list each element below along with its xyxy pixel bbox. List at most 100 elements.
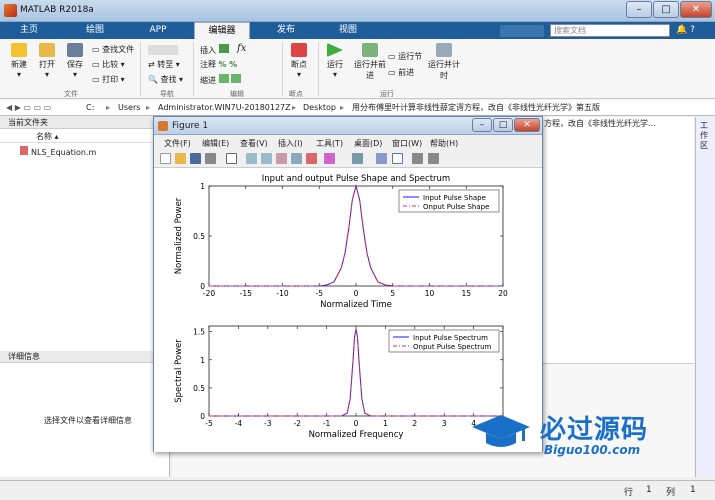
data-cursor-icon[interactable] <box>306 153 317 164</box>
advance-button[interactable]: ▭ 前进 <box>388 67 414 78</box>
menu-file[interactable]: 文件(F) <box>164 138 191 149</box>
x-tick-label: -2 <box>293 419 301 428</box>
tab-home[interactable]: 主页 <box>6 22 52 39</box>
menu-insert[interactable]: 插入(I) <box>278 138 303 149</box>
save-icon <box>67 43 83 57</box>
show-tools-icon[interactable] <box>428 153 439 164</box>
current-folder-title: 当前文件夹 <box>0 117 169 129</box>
x-tick-label: 20 <box>498 289 508 298</box>
matlab-logo-icon <box>4 4 17 17</box>
menu-tools[interactable]: 工具(T) <box>316 138 343 149</box>
link-icon[interactable] <box>352 153 363 164</box>
tab-view[interactable]: 视图 <box>325 22 371 39</box>
menu-window[interactable]: 窗口(W) <box>392 138 422 149</box>
rotate-icon[interactable] <box>291 153 302 164</box>
x-axis-label: Normalized Frequency <box>309 430 404 440</box>
row-value: 1 <box>646 485 652 495</box>
workspace-strip[interactable]: 工作区 <box>695 117 715 477</box>
menu-edit[interactable]: 编辑(E) <box>202 138 229 149</box>
minimize-button[interactable]: – <box>626 1 652 18</box>
breadcrumb-drive[interactable]: C: <box>86 100 94 115</box>
x-tick-label: -3 <box>264 419 272 428</box>
y-tick-label: 1.5 <box>193 328 205 337</box>
file-group-label: 文件 <box>64 90 78 98</box>
tab-editor[interactable]: 编辑器 <box>194 22 250 39</box>
details-panel: 详细信息 选择文件以查看详细信息 <box>0 351 168 425</box>
legend-entry: Onput Pulse Shape <box>423 203 489 211</box>
colorbar-icon[interactable] <box>376 153 387 164</box>
hide-tools-icon[interactable] <box>412 153 423 164</box>
brush-icon[interactable] <box>324 153 335 164</box>
print-icon[interactable] <box>205 153 216 164</box>
comment-button[interactable]: 注释 % % <box>200 59 237 70</box>
edit-group-label: 编辑 <box>230 90 244 98</box>
figure-minimize-button[interactable]: – <box>472 118 492 132</box>
save-button[interactable]: 保存 ▾ <box>62 43 88 79</box>
indent-button[interactable]: 缩进 <box>200 74 242 86</box>
figure-window[interactable]: Figure 1 – □ ✕ 文件(F) 编辑(E) 查看(V) 插入(I) 工… <box>153 116 543 452</box>
x-tick-label: -5 <box>316 289 324 298</box>
goto-button[interactable]: ⇄ 转至 ▾ <box>148 59 180 70</box>
zoom-out-icon[interactable] <box>261 153 272 164</box>
address-bar: ◀ ▶ ▭ ▭ ▭ C: ▸ Users ▸ Administrator.WIN… <box>0 100 715 116</box>
insert-button[interactable]: 插入 <box>200 44 229 56</box>
figure-icon <box>158 121 168 131</box>
zoom-in-icon[interactable] <box>246 153 257 164</box>
run-advance-button[interactable]: 运行并前进 <box>354 43 386 81</box>
name-column-header[interactable]: 名称 ▴ <box>0 130 168 143</box>
x-tick-label: -10 <box>276 289 288 298</box>
chart-title: Input and output Pulse Shape and Spectru… <box>262 174 450 184</box>
compare-button[interactable]: ▭ 比较 ▾ <box>92 59 125 70</box>
breakpoints-button[interactable]: 断点 ▾ <box>286 43 312 79</box>
figure-titlebar: Figure 1 – □ ✕ <box>154 117 542 135</box>
pan-icon[interactable] <box>276 153 287 164</box>
tab-plots[interactable]: 绘图 <box>72 22 118 39</box>
quick-access-toolbar[interactable] <box>500 25 544 37</box>
menu-view[interactable]: 查看(V) <box>240 138 268 149</box>
breadcrumb-user[interactable]: Administrator.WIN7U-20180127Z <box>158 100 291 115</box>
print-button[interactable]: ▭ 打印 ▾ <box>92 74 125 85</box>
fx-button[interactable]: fx <box>237 43 246 54</box>
m-file-icon <box>20 146 28 155</box>
y-tick-label: 1 <box>200 356 205 365</box>
figure-maximize-button[interactable]: □ <box>493 118 513 132</box>
close-button[interactable]: ✕ <box>680 1 712 18</box>
legend-icon[interactable] <box>392 153 403 164</box>
breadcrumb-users[interactable]: Users <box>118 100 140 115</box>
menu-help[interactable]: 帮助(H) <box>430 138 458 149</box>
search-docs-input[interactable]: 搜索文档 <box>550 24 670 37</box>
breadcrumb-desktop[interactable]: Desktop <box>303 100 336 115</box>
tab-apps[interactable]: APP <box>135 22 181 39</box>
folder-open-icon <box>39 43 55 57</box>
new-button[interactable]: 新建 ▾ <box>6 43 32 79</box>
figure-title: Figure 1 <box>172 121 209 131</box>
help-icons[interactable]: 🔔 ? <box>676 25 710 37</box>
run-button[interactable]: 运行 ▾ <box>322 43 348 79</box>
figure-close-button[interactable]: ✕ <box>514 118 540 132</box>
tab-publish[interactable]: 发布 <box>263 22 309 39</box>
find-files-button[interactable]: ▭ 查找文件 <box>92 44 134 55</box>
run-section-button[interactable]: ▭ 运行节 <box>388 51 422 62</box>
x-tick-label: -1 <box>323 419 331 428</box>
y-axis-label: Spectral Power <box>174 339 184 403</box>
back-forward-icons[interactable]: ◀ ▶ ▭ ▭ ▭ <box>6 100 51 115</box>
pointer-icon[interactable] <box>226 153 237 164</box>
save-icon[interactable] <box>190 153 201 164</box>
file-list-item[interactable]: NLS_Equation.m <box>20 146 96 157</box>
row-label: 行 <box>624 488 634 498</box>
menu-desktop[interactable]: 桌面(D) <box>354 138 382 149</box>
y-axis-label: Normalized Power <box>174 197 184 274</box>
x-tick-label: 0 <box>354 289 359 298</box>
find-button[interactable]: 🔍 查找 ▾ <box>148 74 183 85</box>
open-button[interactable]: 打开 ▾ <box>34 43 60 79</box>
maximize-button[interactable]: □ <box>653 1 679 18</box>
run-and-time-button[interactable]: 运行并计时 <box>428 43 460 81</box>
breadcrumb-folder[interactable]: 用分布傅里叶计算非线性薛定谔方程，改自《非线性光纤光学》第五版 <box>352 100 600 115</box>
stopwatch-icon <box>436 43 452 57</box>
separator <box>140 42 141 96</box>
x-axis-label: Normalized Time <box>320 300 392 310</box>
open-icon[interactable] <box>175 153 186 164</box>
editor-tab[interactable]: 方程，改自《非线性光纤光学... <box>544 118 656 129</box>
x-tick-label: 10 <box>425 289 435 298</box>
new-figure-icon[interactable] <box>160 153 171 164</box>
